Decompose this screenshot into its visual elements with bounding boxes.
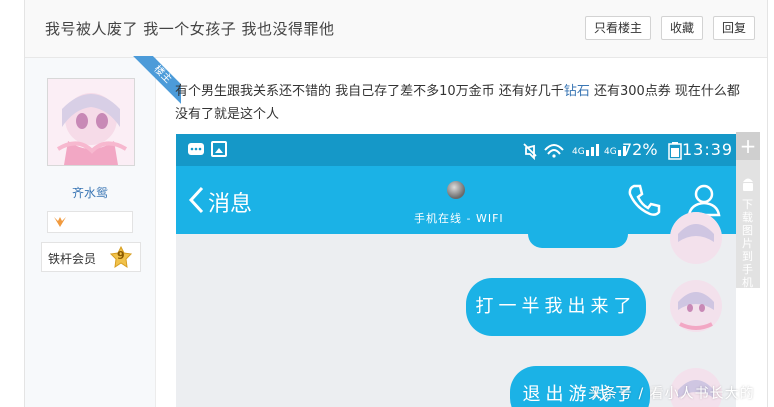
thread-header: 我号被人废了 我一个女孩子 我也没得罪他 只看楼主 收藏 回复: [25, 0, 767, 58]
chat-avatar: [670, 212, 722, 264]
plus-icon[interactable]: +: [736, 132, 760, 160]
rank-label: 铁杆会员: [48, 252, 97, 266]
medal-icon: [54, 217, 66, 227]
post-text: 有个男生跟我关系还不错的 我自己存了差不多10万金币 还有好几千: [175, 84, 564, 99]
thread-title: 我号被人废了 我一个女孩子 我也没得罪他: [45, 20, 335, 38]
member-rank: 铁杆会员 9: [41, 242, 141, 272]
author-sidebar: 楼主 齐水鸳 铁杆会员 9: [25, 56, 181, 407]
op-ribbon: 楼主: [121, 56, 181, 116]
reply-button[interactable]: 回复: [713, 16, 755, 40]
battery-percent: 72%: [622, 140, 658, 159]
only-op-button[interactable]: 只看楼主: [585, 16, 651, 40]
level-number: 9: [117, 249, 125, 262]
favorite-button[interactable]: 收藏: [661, 16, 703, 40]
post-frame: 我号被人废了 我一个女孩子 我也没得罪他 只看楼主 收藏 回复 楼主 齐水鸳 铁…: [24, 0, 768, 407]
download-to-phone-tool[interactable]: + 下载图片到手机: [736, 132, 760, 289]
online-status-text: 手机在线 - WIFI: [414, 212, 504, 225]
svg-text:4G: 4G: [572, 147, 585, 157]
svg-text:4G: 4G: [604, 147, 617, 157]
download-label: 下载图片到手机: [742, 198, 753, 289]
post-screenshot[interactable]: 4G 4G 72% 13:39 消息 手机在线 - WIFI 打一半我出来了 退…: [176, 134, 736, 407]
op-ribbon-label: 楼主: [132, 56, 181, 105]
author-username[interactable]: 齐水鸳: [25, 184, 155, 201]
chat-bubble-partial: [528, 220, 628, 248]
phone-call-icon[interactable]: [626, 182, 662, 218]
back-label[interactable]: 消息: [208, 186, 252, 218]
chat-navbar: 消息 手机在线 - WIFI: [176, 166, 736, 234]
chat-bubble-1: 打一半我出来了: [466, 278, 646, 336]
post-body: 有个男生跟我关系还不错的 我自己存了差不多10万金币 还有好几千钻石 还有300…: [175, 80, 745, 126]
back-arrow-icon[interactable]: [188, 186, 204, 214]
online-status-icon: [447, 181, 465, 199]
post-keyword-link[interactable]: 钻石: [564, 84, 590, 99]
notification-icons: [188, 141, 227, 157]
phone-statusbar: 4G 4G 72% 13:39: [176, 134, 736, 166]
clock: 13:39: [682, 140, 734, 159]
chat-avatar: [670, 280, 722, 332]
android-icon: [743, 178, 753, 191]
signal-icons: 4G 4G: [523, 143, 626, 160]
medal-badge: [47, 211, 133, 233]
battery-icon: [668, 142, 682, 160]
chat-area: 打一半我出来了 退出游戏了: [176, 212, 736, 407]
watermark: 头条号 / 看小人书长大的: [588, 386, 755, 402]
